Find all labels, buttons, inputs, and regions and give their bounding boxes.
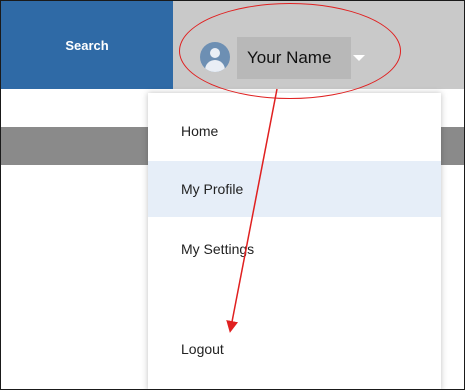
screenshot-frame: Search Your Name Home My Profile My Sett… [0,0,465,390]
annotation-arrow [226,88,278,333]
